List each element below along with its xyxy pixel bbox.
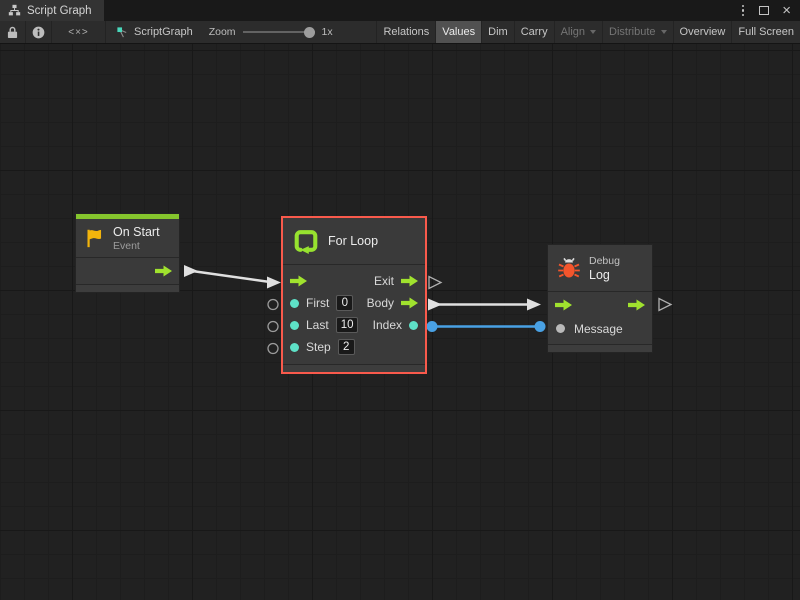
toolbar-toggle-group: Relations Values Dim Carry Align Distrib… bbox=[376, 21, 800, 43]
body-output-port[interactable] bbox=[401, 297, 418, 310]
lock-button[interactable] bbox=[0, 21, 26, 43]
zoom-slider[interactable] bbox=[243, 31, 315, 33]
debug-exit-connector-icon[interactable] bbox=[659, 299, 671, 311]
values-button[interactable]: Values bbox=[435, 21, 481, 43]
trigger-output-port[interactable] bbox=[155, 265, 172, 278]
node-header: Debug Log bbox=[548, 245, 652, 291]
full-screen-button[interactable]: Full Screen bbox=[731, 21, 800, 43]
step-value-field[interactable]: 2 bbox=[338, 339, 355, 355]
graph-name: ScriptGraph bbox=[134, 26, 193, 38]
message-input-port[interactable] bbox=[556, 324, 565, 333]
visual-scripting-window: Script Graph <×> bbox=[0, 0, 800, 600]
graph-canvas[interactable]: On Start Event For Loop bbox=[0, 44, 800, 600]
node-on-start[interactable]: On Start Event bbox=[75, 213, 180, 293]
port-label: Exit bbox=[374, 274, 394, 288]
overview-button[interactable]: Overview bbox=[673, 21, 732, 43]
wire-index-to-message[interactable] bbox=[427, 321, 546, 332]
dim-button[interactable]: Dim bbox=[481, 21, 514, 43]
node-footer bbox=[548, 344, 652, 352]
port-row bbox=[76, 258, 179, 284]
first-value-field[interactable]: 0 bbox=[336, 295, 353, 311]
last-value-field[interactable]: 10 bbox=[336, 317, 359, 333]
chevron-down-icon bbox=[661, 30, 667, 34]
graph-toolbar: <×> ScriptGraph Zoom 1x Relations Values… bbox=[0, 21, 800, 44]
flag-icon bbox=[84, 227, 106, 249]
node-footer bbox=[76, 284, 179, 292]
maximize-icon[interactable] bbox=[759, 6, 769, 15]
port-row: Last 10 Index bbox=[283, 314, 425, 336]
close-icon[interactable] bbox=[782, 6, 791, 16]
enter-input-port[interactable] bbox=[555, 299, 572, 312]
last-port-connector-icon[interactable] bbox=[268, 322, 278, 332]
wire-onstart-to-forloop[interactable] bbox=[184, 265, 281, 289]
index-output-port[interactable] bbox=[409, 321, 418, 330]
zoom-control: Zoom 1x bbox=[203, 21, 339, 43]
node-title: On Start bbox=[113, 225, 160, 239]
exit-port-connector-icon[interactable] bbox=[429, 277, 441, 289]
bug-icon bbox=[557, 256, 581, 280]
port-row: Exit bbox=[283, 270, 425, 292]
exit-output-port[interactable] bbox=[401, 275, 418, 288]
first-port-connector-icon[interactable] bbox=[268, 300, 278, 310]
zoom-value: 1x bbox=[322, 26, 333, 38]
script-graph-icon bbox=[116, 26, 129, 39]
kebab-menu-icon[interactable] bbox=[740, 3, 747, 19]
zoom-label: Zoom bbox=[209, 26, 236, 38]
port-row: First 0 Body bbox=[283, 292, 425, 314]
port-label: Message bbox=[574, 322, 623, 336]
carry-button[interactable]: Carry bbox=[514, 21, 554, 43]
last-input-port[interactable] bbox=[290, 321, 299, 330]
node-subtitle: Event bbox=[113, 240, 160, 252]
tab-script-graph[interactable]: Script Graph bbox=[0, 0, 104, 21]
node-footer bbox=[283, 364, 425, 372]
chevron-down-icon bbox=[590, 30, 596, 34]
enter-input-port[interactable] bbox=[290, 275, 307, 288]
first-input-port[interactable] bbox=[290, 299, 299, 308]
titlebar-spacer bbox=[104, 0, 740, 21]
node-title: For Loop bbox=[328, 234, 378, 248]
port-label: Last bbox=[306, 318, 329, 332]
wire-body-to-debuglog[interactable] bbox=[428, 299, 541, 311]
info-button[interactable] bbox=[26, 21, 52, 43]
node-title: Log bbox=[589, 268, 620, 282]
port-body: Exit First 0 Body bbox=[283, 265, 425, 364]
exit-output-port[interactable] bbox=[628, 299, 645, 312]
node-debug-log[interactable]: Debug Log Message bbox=[547, 244, 653, 353]
node-surtitle: Debug bbox=[589, 255, 620, 267]
graph-breadcrumb[interactable]: ScriptGraph bbox=[106, 21, 203, 43]
info-icon bbox=[32, 26, 45, 39]
zoom-slider-handle[interactable] bbox=[304, 27, 315, 38]
loop-icon bbox=[293, 228, 319, 254]
port-label: Body bbox=[367, 296, 394, 310]
step-input-port[interactable] bbox=[290, 343, 299, 352]
port-label: First bbox=[306, 296, 329, 310]
relations-button[interactable]: Relations bbox=[376, 21, 435, 43]
window-controls bbox=[740, 0, 800, 21]
title-bar: Script Graph bbox=[0, 0, 800, 21]
node-header: For Loop bbox=[283, 218, 425, 264]
node-for-loop[interactable]: For Loop Exit First 0 bbox=[281, 216, 427, 374]
port-row: Step 2 bbox=[283, 336, 425, 358]
port-label: Index bbox=[373, 318, 402, 332]
node-header: On Start Event bbox=[76, 219, 179, 257]
port-row: Message bbox=[548, 318, 652, 339]
lock-icon bbox=[7, 26, 18, 39]
graph-hierarchy-icon bbox=[8, 4, 21, 17]
tab-title: Script Graph bbox=[27, 5, 92, 17]
step-port-connector-icon[interactable] bbox=[268, 344, 278, 354]
port-row bbox=[548, 292, 652, 318]
align-dropdown[interactable]: Align bbox=[554, 21, 602, 43]
edit-script-button[interactable]: <×> bbox=[52, 21, 106, 43]
port-label: Step bbox=[306, 340, 331, 354]
code-icon: <×> bbox=[68, 27, 89, 38]
distribute-dropdown[interactable]: Distribute bbox=[602, 21, 672, 43]
